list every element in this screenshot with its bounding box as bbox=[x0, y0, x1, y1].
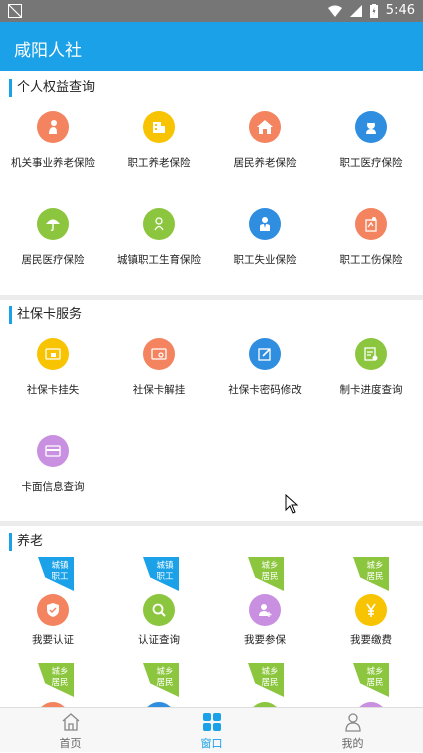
grid-label: 认证查询 bbox=[138, 634, 180, 646]
grid-item-rights-7[interactable]: 职工工伤保险 bbox=[318, 208, 423, 267]
app-title: 咸阳人社 bbox=[14, 41, 82, 61]
ribbon-tag: 城镇 职工 bbox=[143, 557, 179, 591]
notification-icon bbox=[8, 4, 22, 18]
mouse-cursor-icon bbox=[285, 494, 299, 514]
section-divider bbox=[0, 295, 423, 300]
section-title-card: 社保卡服务 bbox=[9, 306, 82, 324]
house-icon bbox=[249, 111, 281, 143]
section-title-rights: 个人权益查询 bbox=[9, 79, 95, 97]
grid-item-rights-0[interactable]: 机关事业养老保险 bbox=[0, 111, 106, 170]
ribbon-tag: 城乡 居民 bbox=[143, 663, 179, 697]
card-info-icon bbox=[37, 435, 69, 467]
grid-item-rights-6[interactable]: 职工失业保险 bbox=[212, 208, 318, 267]
app-bar: 咸阳人社 bbox=[0, 22, 423, 71]
grid-label: 居民医疗保险 bbox=[21, 254, 85, 266]
grid-label: 社保卡密码修改 bbox=[228, 384, 302, 396]
card-unlock-icon bbox=[143, 338, 175, 370]
grid-label: 社保卡解挂 bbox=[132, 384, 186, 396]
shield-check-icon bbox=[37, 594, 69, 626]
main-content[interactable]: 个人权益查询 机关事业养老保险 职工养老保险 居民养老保险 职工医疗保险 居民医… bbox=[0, 71, 423, 707]
grid-item-rights-3[interactable]: 职工医疗保险 bbox=[318, 111, 423, 170]
grid-label: 职工工伤保险 bbox=[339, 254, 403, 266]
section-divider bbox=[0, 521, 423, 526]
status-bar: 5:46 bbox=[0, 0, 423, 22]
pension-item-1[interactable]: 认证查询 bbox=[106, 594, 212, 647]
section-title-pension: 养老 bbox=[9, 533, 43, 551]
ribbon-tag: 城乡 居民 bbox=[353, 663, 389, 697]
pension-item-3[interactable]: 我要缴费 bbox=[318, 594, 423, 647]
grid-label: 居民养老保险 bbox=[233, 157, 297, 169]
umbrella-icon bbox=[37, 208, 69, 240]
grid-label: 职工失业保险 bbox=[233, 254, 297, 266]
injury-icon bbox=[355, 208, 387, 240]
edit-icon bbox=[249, 338, 281, 370]
ribbon-tag: 城乡 居民 bbox=[353, 557, 389, 591]
ribbon-tag: 城乡 居民 bbox=[38, 663, 74, 697]
grid-label: 社保卡挂失 bbox=[26, 384, 80, 396]
nurse-icon bbox=[355, 111, 387, 143]
card-lock-icon bbox=[37, 338, 69, 370]
grid-item-card-4[interactable]: 卡面信息查询 bbox=[0, 435, 106, 494]
grid-label: 卡面信息查询 bbox=[21, 481, 85, 493]
grid-item-rights-4[interactable]: 居民医疗保险 bbox=[0, 208, 106, 267]
signal-icon bbox=[349, 4, 362, 17]
grid-label: 我要缴费 bbox=[350, 634, 392, 646]
tab-mine[interactable]: 我的 bbox=[282, 708, 423, 753]
battery-icon bbox=[369, 3, 378, 18]
grid-item-rights-2[interactable]: 居民养老保险 bbox=[212, 111, 318, 170]
pension-item-0[interactable]: 我要认证 bbox=[0, 594, 106, 647]
grid-label: 制卡进度查询 bbox=[339, 384, 403, 396]
grid-label: 我要参保 bbox=[244, 634, 286, 646]
tab-window[interactable]: 窗口 bbox=[141, 708, 282, 753]
add-person-icon bbox=[249, 594, 281, 626]
progress-icon bbox=[355, 338, 387, 370]
clock: 5:46 bbox=[385, 3, 415, 18]
tab-label: 窗口 bbox=[200, 737, 223, 750]
grid-label: 城镇职工生育保险 bbox=[117, 254, 201, 266]
worker-icon bbox=[249, 208, 281, 240]
bottom-tab-bar: 首页 窗口 我的 bbox=[0, 707, 423, 752]
grid-label: 职工医疗保险 bbox=[339, 157, 403, 169]
person-icon bbox=[37, 111, 69, 143]
grid-item-rights-1[interactable]: 职工养老保险 bbox=[106, 111, 212, 170]
tab-label: 首页 bbox=[59, 737, 82, 750]
baby-icon bbox=[143, 208, 175, 240]
grid-label: 我要认证 bbox=[32, 634, 74, 646]
home-icon bbox=[62, 713, 79, 731]
yen-icon bbox=[355, 594, 387, 626]
wifi-icon bbox=[327, 5, 342, 17]
grid-item-card-1[interactable]: 社保卡解挂 bbox=[106, 338, 212, 397]
grid-label: 职工养老保险 bbox=[127, 157, 191, 169]
building-icon bbox=[143, 111, 175, 143]
user-icon bbox=[344, 713, 361, 732]
grid-item-card-0[interactable]: 社保卡挂失 bbox=[0, 338, 106, 397]
grid-label: 机关事业养老保险 bbox=[11, 157, 95, 169]
grid-icon bbox=[202, 713, 221, 731]
grid-item-card-2[interactable]: 社保卡密码修改 bbox=[212, 338, 318, 397]
ribbon-tag: 城乡 居民 bbox=[248, 663, 284, 697]
tab-label: 我的 bbox=[341, 737, 364, 750]
grid-item-card-3[interactable]: 制卡进度查询 bbox=[318, 338, 423, 397]
ribbon-tag: 城乡 居民 bbox=[248, 557, 284, 591]
pension-item-2[interactable]: 我要参保 bbox=[212, 594, 318, 647]
status-right: 5:46 bbox=[327, 3, 415, 18]
tab-home[interactable]: 首页 bbox=[0, 708, 141, 753]
ribbon-tag: 城镇 职工 bbox=[38, 557, 74, 591]
search-icon bbox=[143, 594, 175, 626]
grid-item-rights-5[interactable]: 城镇职工生育保险 bbox=[106, 208, 212, 267]
